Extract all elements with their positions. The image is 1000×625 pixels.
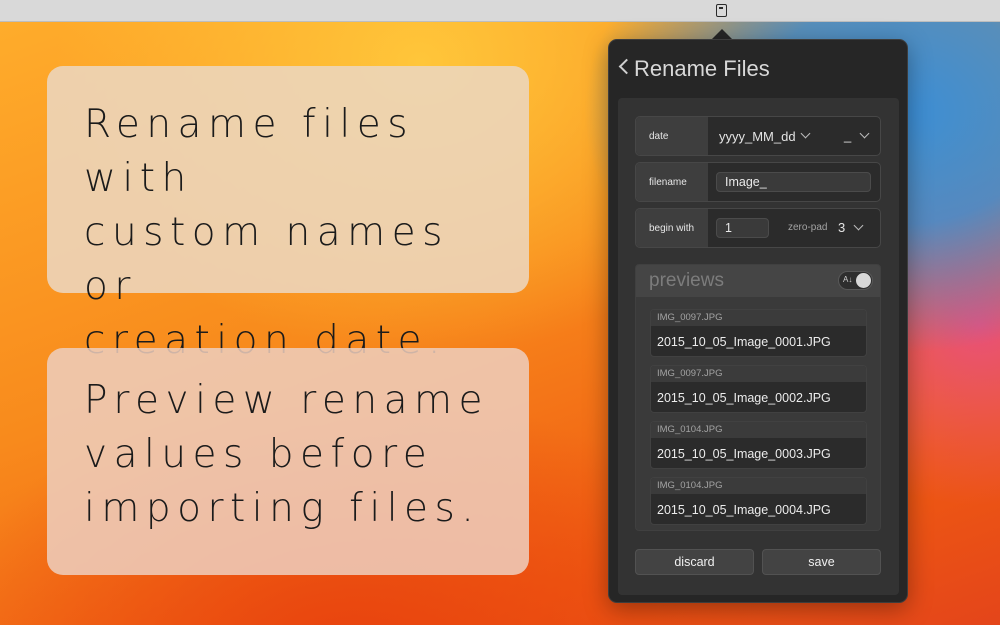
preview-new-name: 2015_10_05_Image_0003.JPG <box>657 447 831 461</box>
preview-item: IMG_0097.JPG 2015_10_05_Image_0001.JPG <box>650 309 867 357</box>
separator-select[interactable]: _ <box>844 128 851 143</box>
promo-line: Preview rename <box>84 378 489 423</box>
promo-line: Rename files with <box>84 102 415 201</box>
chevron-down-icon[interactable] <box>800 128 811 139</box>
filename-row: filename Image_ <box>635 162 881 202</box>
previews-section: previews A↓ IMG_0097.JPG 2015_10_05_Imag… <box>635 264 881 531</box>
chevron-down-icon[interactable] <box>853 220 864 231</box>
preview-original-name: IMG_0104.JPG <box>651 478 866 494</box>
filename-label: filename <box>636 163 708 201</box>
date-label: date <box>636 117 708 155</box>
preview-original-name: IMG_0097.JPG <box>651 310 866 326</box>
preview-original-name: IMG_0097.JPG <box>651 366 866 382</box>
menu-bar <box>0 0 1000 22</box>
begin-with-row: begin with 1 zero-pad 3 <box>635 208 881 248</box>
preview-item: IMG_0104.JPG 2015_10_05_Image_0004.JPG <box>650 477 867 525</box>
zero-pad-label: zero-pad <box>788 222 828 233</box>
chevron-down-icon[interactable] <box>859 128 870 139</box>
promo-card-preview: Preview rename values before importing f… <box>47 348 529 575</box>
date-format-select[interactable]: yyyy_MM_dd <box>719 129 796 144</box>
zero-pad-select[interactable]: 3 <box>838 220 845 235</box>
preview-original-name: IMG_0104.JPG <box>651 422 866 438</box>
discard-button[interactable]: discard <box>635 549 754 575</box>
clipboard-icon[interactable] <box>716 4 727 17</box>
previews-header: previews A↓ <box>636 265 880 297</box>
rename-files-popover: Rename Files date yyyy_MM_dd _ filename … <box>608 39 908 603</box>
sort-icon: A↓ <box>843 275 853 284</box>
promo-line: importing files. <box>84 486 481 531</box>
popover-title: Rename Files <box>634 56 770 81</box>
filename-input[interactable]: Image_ <box>716 172 871 192</box>
begin-with-label: begin with <box>636 209 708 247</box>
preview-new-name: 2015_10_05_Image_0002.JPG <box>657 391 831 405</box>
settings-panel: date yyyy_MM_dd _ filename Image_ begin … <box>618 98 899 595</box>
sort-toggle[interactable]: A↓ <box>838 271 873 290</box>
date-row: date yyyy_MM_dd _ <box>635 116 881 156</box>
preview-item: IMG_0104.JPG 2015_10_05_Image_0003.JPG <box>650 421 867 469</box>
toggle-knob <box>856 273 871 288</box>
promo-text: Rename files with custom names or creati… <box>84 98 519 368</box>
preview-new-name: 2015_10_05_Image_0001.JPG <box>657 335 831 349</box>
promo-line: custom names or <box>84 210 449 309</box>
promo-card-rename: Rename files with custom names or creati… <box>47 66 529 363</box>
begin-with-input[interactable]: 1 <box>716 218 769 238</box>
back-chevron-icon[interactable] <box>618 58 635 75</box>
save-button[interactable]: save <box>762 549 881 575</box>
preview-item: IMG_0097.JPG 2015_10_05_Image_0002.JPG <box>650 365 867 413</box>
previews-title: previews <box>649 270 724 291</box>
preview-new-name: 2015_10_05_Image_0004.JPG <box>657 503 831 517</box>
promo-text: Preview rename values before importing f… <box>84 374 519 536</box>
promo-line: values before <box>84 432 434 477</box>
